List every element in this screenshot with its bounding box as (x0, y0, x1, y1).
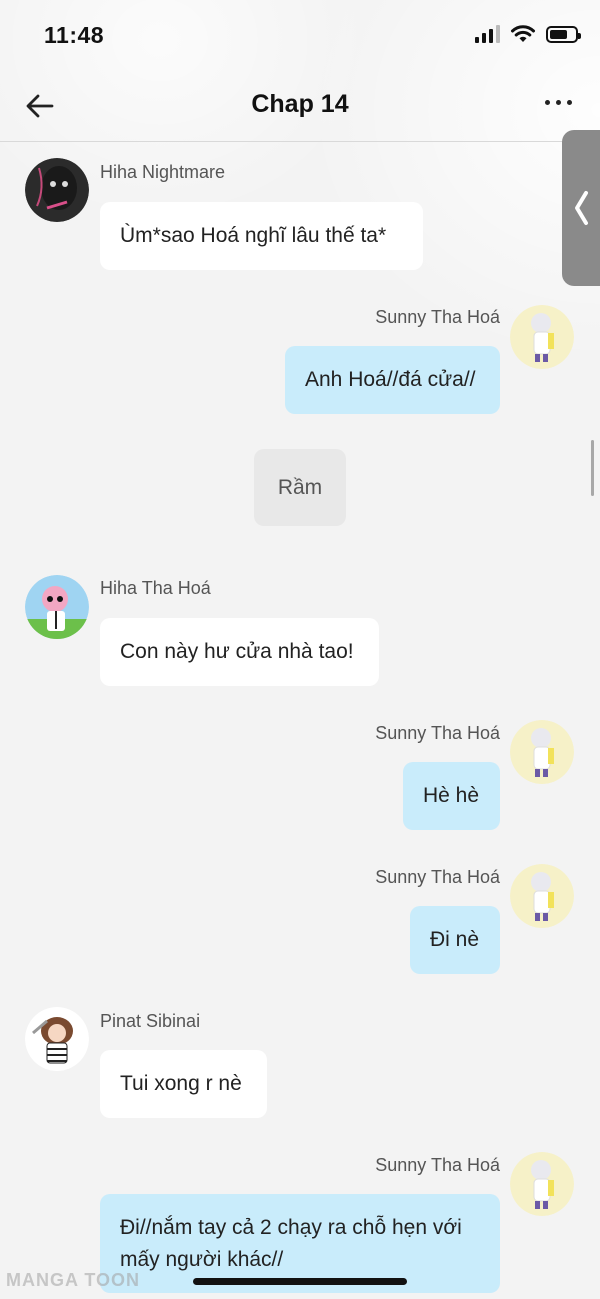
avatar[interactable] (510, 864, 574, 928)
home-indicator[interactable] (193, 1278, 407, 1285)
more-options-icon[interactable] (545, 100, 572, 105)
sender-name: Hiha Nightmare (100, 162, 226, 182)
avatar[interactable] (25, 1007, 89, 1071)
message-line: mấy người khác// (120, 1247, 284, 1271)
side-drawer-tab[interactable] (562, 130, 600, 286)
status-icons (475, 24, 581, 44)
cellular-signal-icon (475, 25, 500, 43)
sender-name: Sunny Tha Hoá (375, 867, 500, 887)
status-time: 11:48 (44, 22, 105, 48)
white-hair-chibi-avatar-icon (510, 305, 574, 369)
sender-name: Sunny Tha Hoá (375, 307, 500, 327)
narration-bubble[interactable]: Rầm (254, 449, 346, 526)
dark-creature-avatar-icon (25, 158, 89, 222)
wifi-icon (511, 25, 535, 42)
message-bubble[interactable]: Con này hư cửa nhà tao! (100, 618, 379, 686)
page-title: Chap 14 (251, 90, 349, 118)
sender-name: Hiha Tha Hoá (100, 578, 211, 598)
message-bubble[interactable]: Anh Hoá//đá cửa// (285, 346, 500, 414)
white-hair-chibi-avatar-icon (510, 1152, 574, 1216)
message-bubble[interactable]: Ùm*sao Hoá nghĩ lâu thế ta* (100, 202, 423, 270)
battery-icon (546, 25, 581, 43)
message-bubble[interactable]: Hè hè (403, 762, 500, 830)
scrollbar[interactable] (591, 440, 594, 496)
white-hair-chibi-avatar-icon (510, 720, 574, 784)
avatar[interactable] (25, 575, 89, 639)
sender-name: Pinat Sibinai (100, 1011, 201, 1031)
status-bar: 11:48 (0, 0, 600, 70)
chevron-left-icon (575, 191, 588, 225)
avatar[interactable] (510, 720, 574, 784)
message-bubble[interactable]: Tui xong r nè (100, 1050, 267, 1118)
sender-name: Sunny Tha Hoá (375, 1155, 500, 1175)
nav-bar: Chap 14 (0, 70, 600, 142)
brown-hair-chibi-avatar-icon (25, 1007, 89, 1071)
white-hair-chibi-avatar-icon (510, 864, 574, 928)
watermark: MANGA TOON (6, 1270, 140, 1290)
avatar[interactable] (510, 1152, 574, 1216)
pink-hair-chibi-avatar-icon (25, 575, 89, 639)
message-bubble[interactable]: Đi nè (410, 906, 500, 974)
avatar[interactable] (510, 305, 574, 369)
message-line: Đi//nắm tay cả 2 chạy ra chỗ hẹn với (120, 1215, 462, 1239)
sender-name: Sunny Tha Hoá (375, 723, 500, 743)
avatar[interactable] (25, 158, 89, 222)
